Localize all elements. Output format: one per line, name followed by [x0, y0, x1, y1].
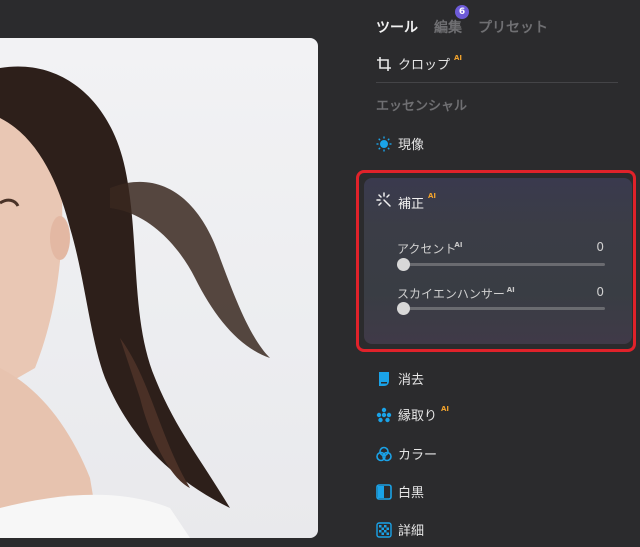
ai-badge: AI [506, 286, 515, 294]
ai-badge: AI [428, 192, 437, 200]
portrait-photo [0, 66, 270, 538]
tool-crop-label: クロップ [398, 58, 451, 73]
accent-slider-label: アクセントAI [397, 241, 463, 256]
ai-badge: AI [454, 241, 463, 249]
ai-badge: AI [454, 53, 463, 62]
top-tabs: ツール 編集 6 プリセット [376, 5, 548, 38]
tool-develop[interactable]: 現像 [376, 134, 424, 153]
enhance-panel: 補正 AI アクセントAI 0 スカイエンハンサー AI 0 [364, 178, 632, 344]
tool-color[interactable]: カラー [376, 444, 437, 463]
tab-presets[interactable]: プリセット [478, 17, 548, 37]
sky-enhancer-slider-thumb[interactable] [397, 302, 410, 315]
crop-icon [376, 56, 392, 72]
sky-enhancer-slider-track[interactable] [397, 302, 605, 315]
magic-wand-icon [376, 192, 392, 212]
ai-badge: AI [441, 404, 450, 413]
tool-border[interactable]: 縁取り AI [376, 405, 449, 424]
photo-canvas[interactable] [0, 38, 318, 538]
divider [376, 82, 618, 83]
tool-border-label: 縁取り [398, 409, 438, 424]
tab-edit-label: 編集 [434, 20, 462, 36]
enhance-header[interactable]: 補正 AI [376, 192, 436, 212]
accent-slider-track[interactable] [397, 258, 605, 271]
color-circles-icon [376, 446, 392, 462]
enhance-label: 補正 [398, 196, 425, 212]
tool-detail[interactable]: 詳細 [376, 520, 424, 539]
tool-detail-label: 詳細 [398, 524, 425, 539]
tool-erase-label: 消去 [398, 373, 425, 388]
eraser-icon [376, 371, 392, 387]
sky-enhancer-slider-value[interactable]: 0 [596, 285, 604, 299]
sky-enhancer-slider-label: スカイエンハンサー AI [397, 286, 515, 301]
checker-icon [376, 521, 392, 538]
tool-crop[interactable]: クロップ AI [376, 54, 462, 73]
tool-bw[interactable]: 白黒 [376, 482, 424, 501]
accent-slider-value[interactable]: 0 [596, 240, 604, 254]
accent-slider-thumb[interactable] [397, 258, 410, 271]
sun-icon [376, 136, 392, 152]
tool-develop-label: 現像 [398, 138, 425, 153]
edit-count-badge: 6 [455, 5, 469, 19]
dots-icon [376, 407, 392, 423]
tool-bw-label: 白黒 [398, 486, 425, 501]
tab-edit[interactable]: 編集 6 [434, 5, 469, 37]
tab-tools[interactable]: ツール [376, 17, 418, 37]
bw-square-icon [376, 483, 392, 500]
tool-erase[interactable]: 消去 [376, 369, 424, 388]
section-title: エッセンシャル [376, 99, 468, 114]
tool-color-label: カラー [398, 448, 438, 463]
